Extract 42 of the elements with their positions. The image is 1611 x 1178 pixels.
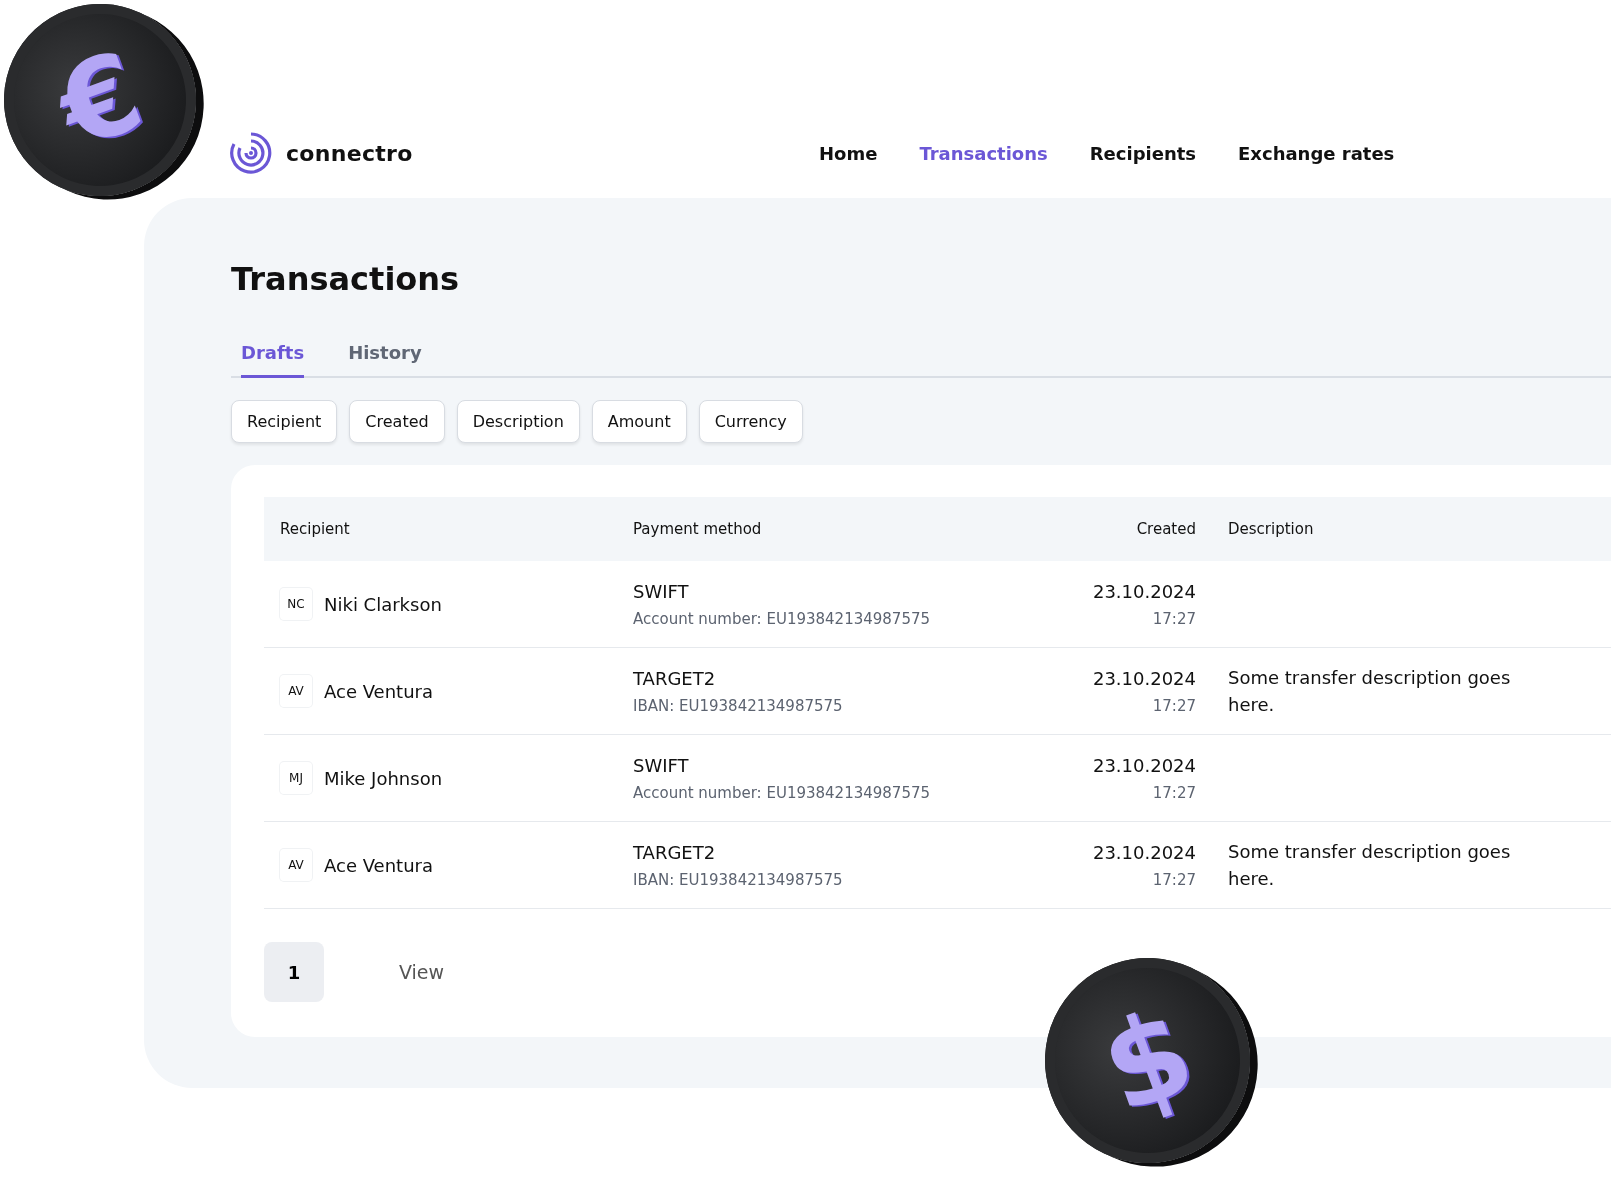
nav-link[interactable]: Recipients	[1089, 142, 1197, 164]
filter-chip[interactable]: Currency	[698, 400, 803, 443]
tab[interactable]: History	[348, 342, 422, 378]
created-date: 23.10.2024	[1092, 754, 1196, 776]
created-date: 23.10.2024	[1092, 841, 1196, 863]
view-link[interactable]: View	[398, 961, 444, 983]
recipient-name: Ace Ventura	[324, 854, 433, 876]
filter-chip[interactable]: Amount	[591, 400, 687, 443]
account-number: Account number: EU193842134987575	[633, 783, 931, 802]
account-number: Account number: EU193842134987575	[633, 609, 931, 628]
created-time: 17:27	[1152, 783, 1196, 802]
payment-method: SWIFT	[633, 754, 689, 776]
page-button[interactable]: 1	[264, 942, 324, 1002]
recipient-name: Mike Johnson	[324, 767, 443, 789]
account-number: IBAN: EU193842134987575	[633, 870, 843, 889]
created-date: 23.10.2024	[1092, 580, 1196, 602]
filter-chip[interactable]: Description	[456, 400, 580, 443]
created-date: 23.10.2024	[1092, 667, 1196, 689]
column-header: Created	[1037, 497, 1212, 561]
filter-chip[interactable]: Recipient	[231, 400, 338, 443]
created-time: 17:27	[1152, 609, 1196, 628]
created-time: 17:27	[1152, 870, 1196, 889]
created-time: 17:27	[1152, 696, 1196, 715]
nav-link[interactable]: Home	[819, 142, 878, 164]
description-text: Some transfer description goes here.	[1228, 840, 1512, 891]
payment-method: TARGET2	[633, 841, 716, 863]
nav-link[interactable]: Exchange rates	[1238, 142, 1395, 164]
description-text: Some transfer description goes here.	[1228, 666, 1512, 717]
payment-method: TARGET2	[633, 667, 716, 689]
tab[interactable]: Drafts	[241, 342, 305, 378]
brand-name: connectro	[286, 140, 413, 166]
column-header: Payment method	[617, 497, 1037, 561]
filter-chip[interactable]: Created	[349, 400, 445, 443]
account-number: IBAN: EU193842134987575	[633, 696, 843, 715]
logo-icon	[229, 131, 273, 175]
column-header: Recipient	[264, 497, 617, 561]
recipient-name: Niki Clarkson	[324, 593, 442, 615]
payment-method: SWIFT	[633, 580, 689, 602]
page-title: Transactions	[231, 260, 461, 298]
recipient-name: Ace Ventura	[324, 680, 433, 702]
nav-link[interactable]: Transactions	[919, 142, 1048, 164]
column-header: Description	[1212, 497, 1611, 561]
